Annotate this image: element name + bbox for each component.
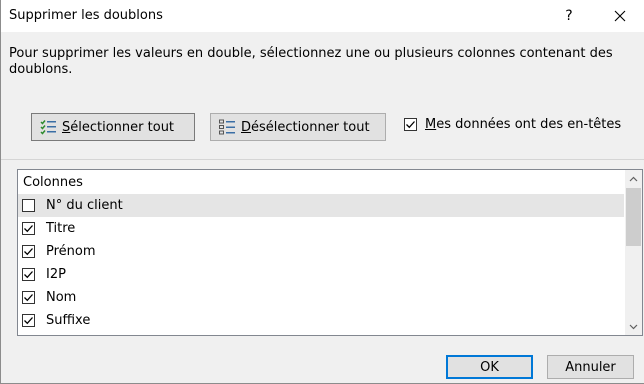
- scroll-up-button[interactable]: [625, 170, 642, 187]
- deselect-all-icon: [219, 119, 235, 135]
- columns-listbox[interactable]: Colonnes N° du client Titre Prénom I2P N…: [17, 169, 643, 336]
- column-checkbox[interactable]: [22, 268, 35, 281]
- chevron-down-icon: [629, 324, 638, 329]
- select-all-button[interactable]: Sélectionner tout: [31, 113, 195, 141]
- has-headers-label: Mes données ont des en-têtes: [425, 117, 622, 132]
- checkmark-icon: [24, 225, 33, 233]
- vertical-scrollbar[interactable]: [625, 170, 642, 335]
- has-headers-checkbox[interactable]: [404, 118, 417, 131]
- checkmark-icon: [406, 121, 415, 129]
- column-label: Prénom: [46, 244, 96, 259]
- deselect-all-label: Désélectionner tout: [241, 119, 370, 135]
- column-row-nom[interactable]: Nom: [18, 286, 624, 309]
- column-label: I2P: [46, 267, 66, 282]
- cancel-button[interactable]: Annuler: [547, 355, 634, 379]
- checkmark-icon: [24, 294, 33, 302]
- scroll-down-button[interactable]: [625, 318, 642, 335]
- column-row-client-number[interactable]: N° du client: [18, 194, 624, 217]
- title-bar: Supprimer les doublons ?: [1, 0, 644, 32]
- deselect-all-button[interactable]: Désélectionner tout: [210, 113, 386, 141]
- help-button[interactable]: ?: [549, 0, 589, 32]
- column-checkbox[interactable]: [22, 245, 35, 258]
- chevron-up-icon: [629, 176, 638, 181]
- has-headers-option[interactable]: Mes données ont des en-têtes: [404, 117, 621, 132]
- column-label: Suffixe: [46, 313, 91, 328]
- select-all-label: Sélectionner tout: [62, 119, 175, 135]
- column-checkbox[interactable]: [22, 314, 35, 327]
- checkmark-icon: [24, 317, 33, 325]
- divider: [1, 159, 644, 160]
- scroll-thumb[interactable]: [626, 188, 641, 246]
- select-all-icon: [40, 120, 56, 135]
- column-label: N° du client: [46, 198, 123, 213]
- column-checkbox[interactable]: [22, 199, 35, 212]
- column-checkbox[interactable]: [22, 291, 35, 304]
- column-label: Titre: [46, 221, 76, 236]
- column-row-i2p[interactable]: I2P: [18, 263, 624, 286]
- column-row-prenom[interactable]: Prénom: [18, 240, 624, 263]
- columns-header: Colonnes: [23, 174, 83, 190]
- column-checkbox[interactable]: [22, 222, 35, 235]
- dialog-title: Supprimer les doublons: [9, 8, 163, 23]
- close-icon: [614, 10, 626, 22]
- column-row-titre[interactable]: Titre: [18, 217, 624, 240]
- remove-duplicates-dialog: Supprimer les doublons ? Pour supprimer …: [0, 0, 644, 384]
- close-button[interactable]: [597, 0, 643, 32]
- column-row-suffixe[interactable]: Suffixe: [18, 309, 624, 332]
- ok-button[interactable]: OK: [446, 355, 533, 379]
- checkmark-icon: [24, 271, 33, 279]
- instruction-text: Pour supprimer les valeurs en double, sé…: [9, 46, 613, 77]
- checkmark-icon: [24, 248, 33, 256]
- column-label: Nom: [46, 290, 77, 305]
